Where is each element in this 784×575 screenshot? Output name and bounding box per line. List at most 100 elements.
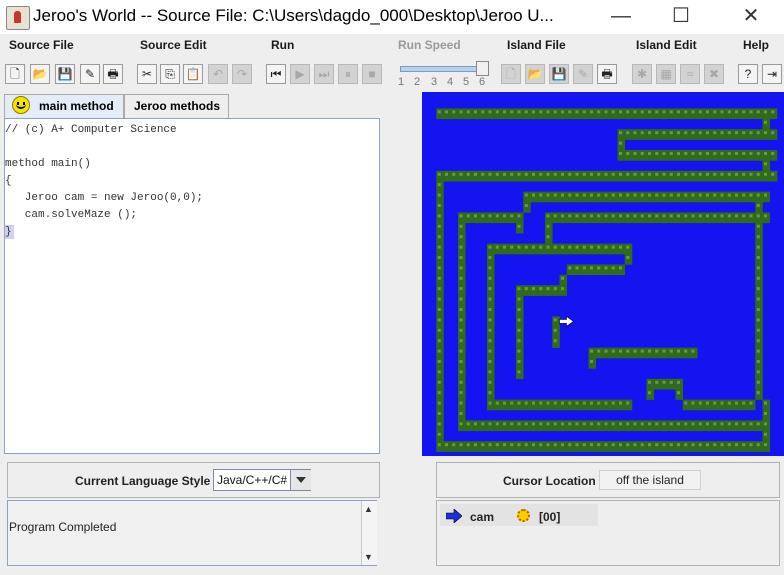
- net-tile-texture: [691, 172, 695, 176]
- net-tile-texture: [662, 380, 666, 384]
- net-tile: [545, 222, 553, 234]
- scroll-down-icon[interactable]: ▼: [363, 552, 374, 563]
- open-island-button[interactable]: 📂: [525, 64, 545, 84]
- net-tile: [487, 243, 495, 255]
- net-tile-texture: [626, 110, 630, 114]
- net-tile: [516, 368, 524, 380]
- net-tile-texture: [481, 422, 485, 426]
- speed-tick: 6: [479, 76, 486, 88]
- net-tile-texture: [503, 110, 506, 114]
- net-tile: [595, 441, 604, 452]
- net-tile: [639, 347, 647, 359]
- net-tile: [595, 243, 604, 255]
- net-tile-texture: [517, 110, 521, 114]
- net-tile: [458, 358, 466, 369]
- net-tile-texture: [619, 131, 622, 135]
- net-tile: [487, 358, 495, 369]
- net-tile-texture: [539, 401, 543, 405]
- save-island-button[interactable]: 💾: [549, 64, 569, 84]
- net-tile: [595, 420, 604, 432]
- redo-button[interactable]: ↷: [232, 64, 252, 84]
- net-tile: [762, 212, 771, 224]
- print-island-button[interactable]: 🖶: [597, 64, 617, 84]
- grid-button[interactable]: ▦: [656, 64, 676, 84]
- run-speed-track[interactable]: [400, 66, 486, 72]
- tab-jeroo-methods[interactable]: Jeroo methods: [124, 94, 229, 118]
- maximize-button[interactable]: ☐: [658, 0, 704, 34]
- net-tile-texture: [648, 110, 651, 114]
- net-tile: [748, 420, 756, 432]
- net-tile-texture: [626, 172, 630, 176]
- water-button[interactable]: ≈: [680, 64, 700, 84]
- stop-button[interactable]: ■: [362, 64, 382, 84]
- net-tile: [595, 212, 604, 224]
- pause-button[interactable]: ⏸: [338, 64, 358, 84]
- menu-source-edit[interactable]: Source Edit: [140, 38, 207, 52]
- net-tile: [537, 108, 546, 120]
- run-speed-thumb[interactable]: [476, 61, 489, 76]
- undo-button[interactable]: ↶: [208, 64, 228, 84]
- net-tile-texture: [459, 380, 463, 384]
- menu-island-edit[interactable]: Island Edit: [636, 38, 697, 52]
- net-tile: [682, 129, 691, 140]
- net-tile-texture: [437, 214, 441, 218]
- menu-source-file[interactable]: Source File: [9, 38, 74, 52]
- chevron-down-icon[interactable]: [290, 470, 311, 490]
- net-tile: [719, 170, 727, 182]
- net-tile: [610, 347, 618, 359]
- run-continuous-button[interactable]: ⏭: [314, 64, 334, 84]
- clear-island-button[interactable]: ✱: [632, 64, 652, 84]
- net-tile-texture: [517, 287, 521, 291]
- net-tile: [617, 170, 626, 182]
- new-file-button[interactable]: 🗋: [5, 64, 25, 84]
- net-tile-texture: [713, 401, 717, 405]
- step-button[interactable]: ▶: [290, 64, 310, 84]
- net-tile-texture: [648, 152, 651, 155]
- island-map[interactable]: [422, 92, 784, 456]
- net-tile: [762, 150, 771, 161]
- cut-button[interactable]: ✂: [137, 64, 157, 84]
- menu-run-speed[interactable]: Run Speed: [398, 38, 461, 52]
- menu-help[interactable]: Help: [743, 38, 769, 52]
- new-island-button[interactable]: 🗋: [501, 64, 521, 84]
- scroll-up-icon[interactable]: ▲: [363, 504, 374, 515]
- save-island-as-button[interactable]: ✎: [573, 64, 593, 84]
- net-tile: [436, 399, 444, 411]
- print-button[interactable]: 🖶: [103, 64, 123, 84]
- open-file-button[interactable]: 📂: [30, 64, 50, 84]
- net-tile: [523, 191, 531, 203]
- net-tile-texture: [590, 266, 593, 270]
- net-tile-texture: [742, 193, 746, 197]
- reset-button[interactable]: ⏮: [266, 64, 286, 84]
- net-tile-texture: [495, 214, 499, 218]
- help-button[interactable]: ?: [738, 64, 758, 84]
- net-tile-texture: [604, 110, 608, 114]
- net-tile: [690, 170, 698, 182]
- net-tile: [726, 441, 734, 452]
- menu-run[interactable]: Run: [271, 38, 294, 52]
- net-tile-texture: [517, 349, 521, 353]
- net-tile: [501, 441, 510, 452]
- copy-button[interactable]: ⎘: [160, 64, 180, 84]
- net-tile-texture: [756, 380, 760, 384]
- menu-island-file[interactable]: Island File: [507, 38, 566, 52]
- net-tile: [769, 129, 778, 140]
- net-button[interactable]: ✖: [704, 64, 724, 84]
- paste-button[interactable]: 📋: [183, 64, 203, 84]
- net-tile: [559, 191, 568, 203]
- net-tile: [588, 420, 597, 432]
- net-tile: [711, 420, 720, 432]
- net-tile-texture: [590, 401, 593, 405]
- net-tile: [697, 212, 705, 224]
- net-tile-texture: [437, 266, 441, 270]
- net-tile: [675, 389, 684, 400]
- save-as-button[interactable]: ✎: [80, 64, 100, 84]
- save-file-button[interactable]: 💾: [55, 64, 75, 84]
- net-tile-texture: [677, 349, 680, 353]
- exit-button[interactable]: ⇥: [762, 64, 782, 84]
- jeroo-cam-icon[interactable]: [559, 315, 575, 327]
- net-tile-texture: [546, 443, 550, 447]
- minimize-button[interactable]: —: [598, 0, 644, 34]
- close-button[interactable]: ✕: [728, 0, 774, 34]
- island-view[interactable]: [422, 92, 784, 456]
